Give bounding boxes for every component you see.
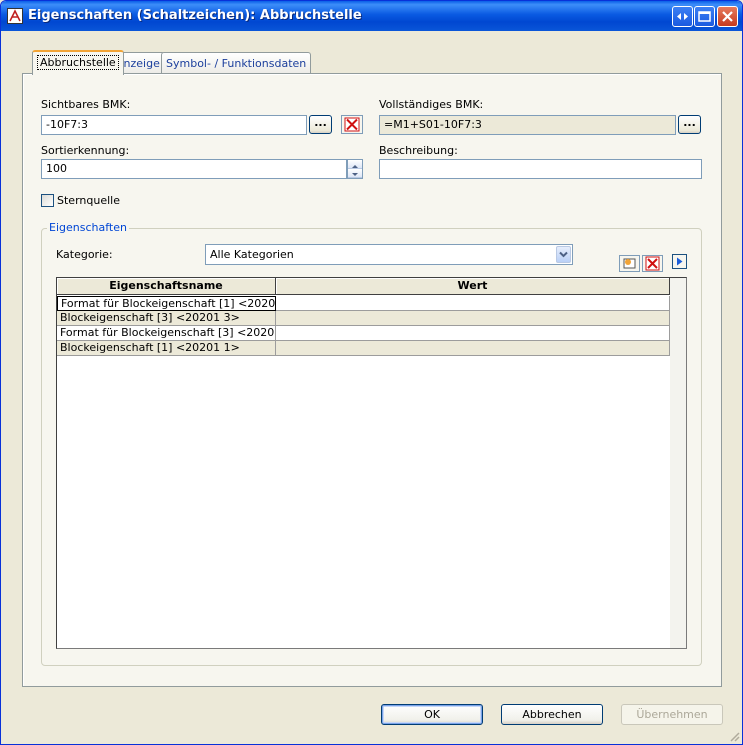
properties-grid[interactable]: Eigenschaftsname Wert Format für Blockei… (56, 277, 687, 649)
window-title: Eigenschaften (Schaltzeichen): Abbruchst… (28, 8, 362, 23)
apply-button[interactable]: Übernehmen (621, 704, 723, 725)
property-value-cell[interactable] (276, 341, 670, 356)
maximize-icon (698, 11, 711, 22)
properties-dialog: Eigenschaften (Schaltzeichen): Abbruchst… (0, 0, 743, 745)
spin-down-icon[interactable] (348, 169, 362, 178)
title-bar[interactable]: Eigenschaften (Schaltzeichen): Abbruchst… (1, 1, 742, 31)
tab-symbol-funktionsdaten[interactable]: Symbol- / Funktionsdaten (161, 52, 312, 74)
property-value-cell[interactable] (276, 326, 670, 341)
close-icon (722, 11, 733, 22)
grid-scrollbar-area[interactable] (670, 278, 686, 648)
new-property-button[interactable] (619, 255, 640, 272)
column-header-value[interactable]: Wert (276, 278, 670, 295)
property-value-cell[interactable] (276, 296, 670, 311)
new-row-icon (623, 258, 636, 269)
visible-bmk-label: Sichtbares BMK: (41, 98, 131, 111)
expand-button[interactable] (672, 254, 687, 269)
sort-input[interactable]: 100 (41, 159, 347, 179)
star-source-checkbox[interactable] (41, 194, 54, 207)
properties-group-title: Eigenschaften (47, 221, 129, 234)
tab-abbruchstelle[interactable]: Abbruchstelle (32, 50, 124, 75)
chevron-down-icon[interactable] (556, 246, 571, 263)
property-name-cell[interactable]: Blockeigenschaft [1] <20201 1> (57, 341, 276, 356)
tab-label: Abbruchstelle (37, 55, 119, 70)
app-icon (7, 8, 23, 24)
sort-spinner[interactable] (347, 159, 363, 179)
restore-arrows-button[interactable] (672, 6, 693, 27)
arrows-icon (677, 13, 688, 20)
table-row[interactable]: Format für Blockeigenschaft [3] <20202 3… (57, 326, 670, 341)
visible-bmk-input[interactable]: -10F7:3 (41, 115, 307, 135)
table-row[interactable]: Blockeigenschaft [1] <20201 1> (57, 341, 670, 356)
full-bmk-browse-button[interactable]: ... (678, 115, 701, 134)
property-value-cell[interactable] (276, 311, 670, 326)
delete-property-button[interactable] (642, 255, 663, 272)
full-bmk-label: Vollständiges BMK: (379, 98, 484, 111)
close-button[interactable] (717, 6, 738, 27)
visible-bmk-browse-button[interactable]: ... (309, 115, 332, 134)
resize-grip-icon[interactable] (728, 730, 740, 742)
property-name-cell[interactable]: Format für Blockeigenschaft [3] <20202 3… (57, 326, 276, 341)
delete-icon (344, 117, 360, 132)
cancel-button[interactable]: Abbrechen (501, 704, 603, 725)
property-name-cell[interactable]: Blockeigenschaft [3] <20201 3> (57, 311, 276, 326)
clear-bmk-button[interactable] (341, 115, 363, 134)
category-value: Alle Kategorien (210, 248, 294, 261)
description-label: Beschreibung: (379, 144, 458, 157)
ok-button[interactable]: OK (381, 704, 483, 725)
category-select[interactable]: Alle Kategorien (205, 244, 573, 265)
sort-label: Sortierkennung: (41, 144, 130, 157)
table-row[interactable]: Format für Blockeigenschaft [1] <20202 1… (57, 296, 670, 311)
category-label: Kategorie: (56, 248, 113, 261)
star-source-label: Sternquelle (57, 194, 120, 207)
maximize-button[interactable] (694, 6, 715, 27)
description-input[interactable] (379, 159, 702, 179)
property-name-cell[interactable]: Format für Blockeigenschaft [1] <20202 1… (57, 296, 276, 311)
table-row[interactable]: Blockeigenschaft [3] <20201 3> (57, 311, 670, 326)
delete-icon (645, 256, 660, 271)
tab-label: Symbol- / Funktionsdaten (166, 57, 307, 70)
full-bmk-field: =M1+S01-10F7:3 (379, 115, 676, 135)
spin-up-icon[interactable] (348, 160, 362, 169)
play-arrow-icon (677, 257, 683, 266)
column-header-name[interactable]: Eigenschaftsname (57, 278, 276, 295)
grid-header: Eigenschaftsname Wert (57, 278, 670, 295)
